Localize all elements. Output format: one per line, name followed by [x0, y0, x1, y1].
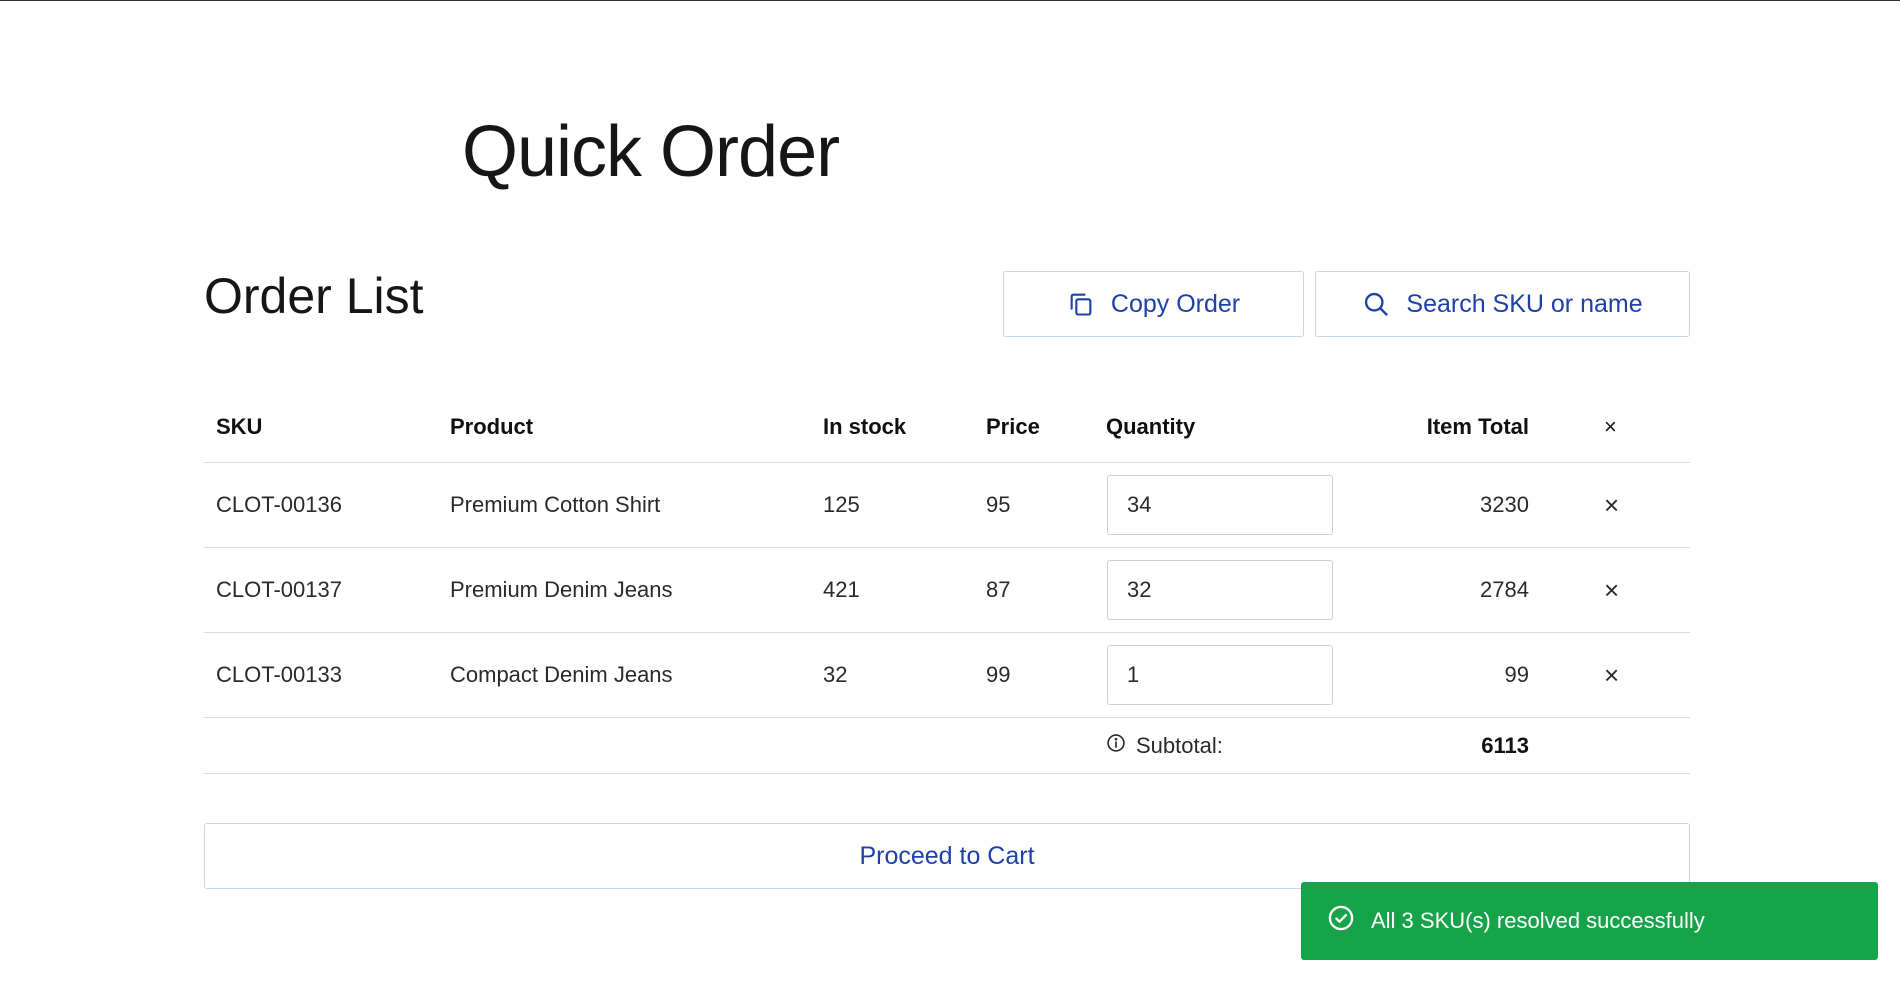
remove-all-button[interactable]: ×: [1604, 414, 1617, 440]
price-cell: 99: [986, 662, 1011, 687]
column-header-quantity: Quantity: [1106, 413, 1196, 439]
remove-row-button[interactable]: ×: [1604, 490, 1619, 521]
proceed-to-cart-label: Proceed to Cart: [859, 841, 1035, 870]
subtotal-row: Subtotal: 6113: [204, 718, 1690, 774]
success-toast: All 3 SKU(s) resolved successfully: [1301, 882, 1878, 960]
product-cell: Premium Cotton Shirt: [450, 492, 661, 517]
subtotal-label: Subtotal:: [1136, 732, 1223, 758]
price-cell: 95: [986, 492, 1011, 517]
item-total-cell: 99: [1504, 662, 1529, 687]
quantity-input[interactable]: [1107, 645, 1333, 705]
table-row: CLOT-00136 Premium Cotton Shirt 125 95 3…: [204, 463, 1690, 548]
in-stock-cell: 125: [823, 492, 860, 517]
proceed-to-cart-button[interactable]: Proceed to Cart: [204, 823, 1690, 889]
product-cell: Premium Denim Jeans: [450, 577, 673, 602]
column-header-item-total: Item Total: [1426, 413, 1529, 439]
copy-order-label: Copy Order: [1110, 289, 1241, 318]
subtotal-value: 6113: [1481, 732, 1529, 758]
remove-row-button[interactable]: ×: [1604, 660, 1619, 691]
order-table: SKU Product In stock Price Quantity Item…: [204, 391, 1690, 774]
sku-cell: CLOT-00136: [216, 492, 342, 517]
in-stock-cell: 32: [823, 662, 848, 687]
table-row: CLOT-00133 Compact Denim Jeans 32 99 99 …: [204, 633, 1690, 718]
quantity-input[interactable]: [1107, 560, 1333, 620]
copy-order-button[interactable]: Copy Order: [1003, 271, 1304, 337]
search-sku-label: Search SKU or name: [1406, 289, 1643, 318]
price-cell: 87: [986, 577, 1011, 602]
product-cell: Compact Denim Jeans: [450, 662, 673, 687]
in-stock-cell: 421: [823, 577, 860, 602]
table-row: CLOT-00137 Premium Denim Jeans 421 87 27…: [204, 548, 1690, 633]
item-total-cell: 3230: [1480, 492, 1529, 517]
column-header-product: Product: [450, 413, 534, 439]
column-header-sku: SKU: [216, 413, 263, 439]
item-total-cell: 2784: [1480, 577, 1529, 602]
search-icon: [1362, 290, 1390, 318]
check-circle-icon: [1327, 904, 1355, 938]
page-title: Quick Order: [462, 112, 840, 192]
search-sku-button[interactable]: Search SKU or name: [1315, 271, 1690, 337]
copy-icon: [1067, 290, 1095, 318]
sku-cell: CLOT-00137: [216, 577, 342, 602]
subtotal-label-group: Subtotal:: [1106, 733, 1223, 759]
remove-row-button[interactable]: ×: [1604, 575, 1619, 606]
table-header: SKU Product In stock Price Quantity Item…: [204, 391, 1690, 463]
column-header-in-stock: In stock: [823, 413, 907, 439]
toast-message: All 3 SKU(s) resolved successfully: [1371, 908, 1705, 933]
column-header-price: Price: [986, 413, 1040, 439]
quantity-input[interactable]: [1107, 475, 1333, 535]
info-icon[interactable]: [1106, 733, 1126, 759]
sku-cell: CLOT-00133: [216, 662, 342, 687]
order-list-title: Order List: [204, 268, 424, 324]
